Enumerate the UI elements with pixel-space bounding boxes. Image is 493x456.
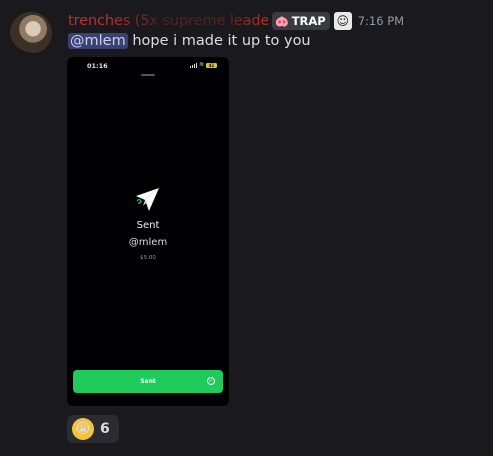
user-mention[interactable]: @mlem [68, 33, 128, 49]
message-header: trenches (5x supreme leader 🐽 TRAP ☺ 7:1… [68, 11, 404, 31]
sent-bar-label: Sent [140, 378, 156, 385]
check-circle-icon: ✓ [207, 376, 215, 385]
transfer-recipient: @mlem [128, 237, 168, 248]
paper-plane-icon [136, 188, 159, 211]
phone-notch-bar [141, 74, 155, 76]
server-tag-label: TRAP [291, 14, 326, 28]
message-content: @mlem hope i made it up to you [68, 33, 311, 49]
signal-icon [189, 62, 197, 68]
transfer-status-title: Sent [136, 220, 160, 231]
phone-status-icons: ≋ 41 [189, 61, 217, 68]
phone-status-time: 01:16 [87, 62, 108, 70]
transfer-amount: $5.00 [140, 255, 156, 261]
pig-face-icon: 🐽 [275, 14, 289, 28]
loudly-crying-face-icon: 😭 [72, 418, 94, 440]
image-attachment[interactable]: 01:16 ≋ 41 Sent @mlem $5.00 Sent ✓ [67, 57, 229, 406]
message-text: hope i made it up to you [132, 33, 311, 49]
reaction-count: 6 [100, 421, 110, 437]
server-tag[interactable]: 🐽 TRAP [272, 12, 330, 30]
trollface-icon[interactable]: ☺ [333, 12, 352, 30]
message-timestamp[interactable]: 7:16 PM [358, 14, 404, 28]
author-avatar[interactable] [10, 12, 52, 54]
sent-confirmation-bar: Sent ✓ [73, 370, 223, 393]
author-name[interactable]: trenches (5x supreme leader [68, 13, 268, 29]
battery-level: 41 [208, 62, 215, 68]
battery-icon: 41 [206, 62, 217, 68]
reaction-loudly-crying[interactable]: 😭 6 [67, 415, 119, 443]
wifi-icon: ≋ [198, 61, 204, 68]
